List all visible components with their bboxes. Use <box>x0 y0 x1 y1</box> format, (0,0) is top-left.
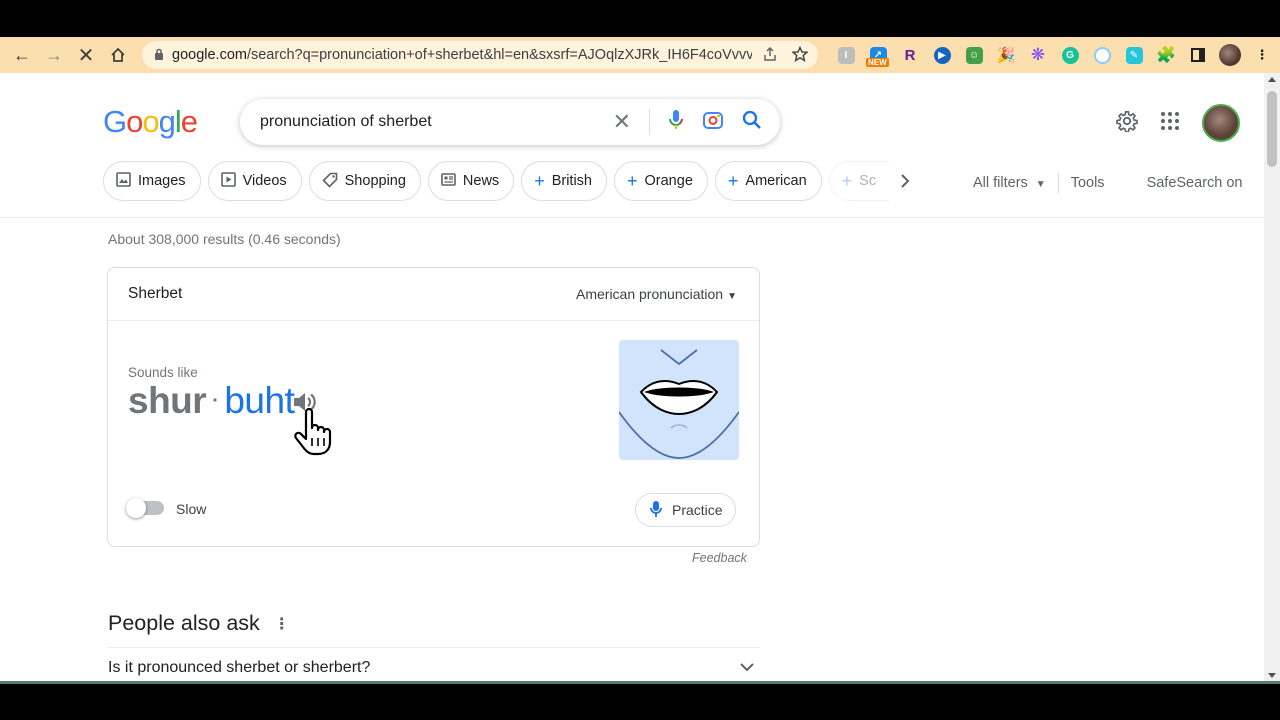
scroll-down-arrow-icon[interactable] <box>1268 673 1276 678</box>
video-icon <box>220 172 236 190</box>
mouth-animation-image <box>619 340 739 460</box>
news-icon <box>441 172 456 190</box>
chip-news[interactable]: News <box>427 161 515 201</box>
stop-loading-icon[interactable]: ✕ <box>70 39 102 71</box>
toggle-knob <box>126 498 146 518</box>
search-results-page: Google pronunciation of sherbet ✕ Images… <box>0 73 1264 681</box>
apps-grid-icon[interactable] <box>1160 111 1180 136</box>
browser-menu-icon[interactable]: ⋮ <box>1246 41 1278 69</box>
header-actions <box>1116 104 1240 142</box>
image-icon <box>116 172 131 190</box>
extension-face-icon[interactable]: ☺ <box>958 41 990 69</box>
chip-orange[interactable]: + Orange <box>614 161 708 201</box>
profile-avatar-icon[interactable] <box>1214 41 1246 69</box>
phonetic-spelling: shur · buht <box>128 380 295 422</box>
pronounced-word: Sherbet <box>128 285 183 302</box>
extension-circle-icon[interactable] <box>1086 41 1118 69</box>
bookmark-star-icon[interactable] <box>791 45 809 66</box>
result-stats: About 308,000 results (0.46 seconds) <box>108 231 341 247</box>
hand-pointer-cursor-icon <box>292 407 334 461</box>
all-filters-button[interactable]: All filters ▼ <box>973 175 1046 191</box>
chip-british[interactable]: + British <box>521 161 607 201</box>
syllable-1: shur <box>128 380 207 421</box>
chip-shopping[interactable]: Shopping <box>308 161 421 201</box>
forward-icon[interactable]: → <box>38 39 70 71</box>
side-panel-icon[interactable] <box>1182 41 1214 69</box>
search-icon[interactable] <box>742 110 762 135</box>
filter-chips: Images Videos Shopping News + British + Or… <box>103 161 889 201</box>
share-icon[interactable] <box>762 46 778 66</box>
people-also-ask-heading: People also ask ⋮ <box>108 611 290 635</box>
chip-images[interactable]: Images <box>103 161 201 201</box>
paa-question-row[interactable]: Is it pronounced sherbet or sherbert? <box>108 659 760 677</box>
settings-gear-icon[interactable] <box>1116 110 1138 137</box>
extensions-puzzle-icon[interactable]: 🧩 <box>1150 41 1182 69</box>
slow-toggle[interactable] <box>126 498 164 518</box>
screen: ← → ✕ google.com/search?q=pronunciation+… <box>0 0 1280 720</box>
chip-overflow[interactable]: + Sc <box>828 161 889 201</box>
plus-icon: + <box>627 170 638 191</box>
feedback-link[interactable]: Feedback <box>692 551 747 565</box>
chevron-down-icon <box>740 659 760 677</box>
account-avatar[interactable] <box>1202 104 1240 142</box>
more-options-icon[interactable]: ⋮ <box>274 614 290 634</box>
pronunciation-card: Sherbet American pronunciation ▼ Sounds l… <box>107 267 760 547</box>
divider <box>108 647 760 648</box>
divider <box>1057 173 1059 193</box>
caret-down-icon: ▼ <box>727 291 737 302</box>
address-bar[interactable]: google.com/search?q=pronunciation+of+she… <box>142 41 818 69</box>
window-bottom-edge <box>0 681 1280 684</box>
syllable-separator: · <box>212 389 219 412</box>
voice-search-icon[interactable] <box>668 109 684 136</box>
filter-controls: All filters ▼ Tools SafeSearch on <box>973 173 1243 193</box>
google-logo[interactable]: Google <box>103 104 198 140</box>
microphone-icon <box>650 500 662 521</box>
browser-toolbar: ← → ✕ google.com/search?q=pronunciation+… <box>0 37 1280 73</box>
chip-videos[interactable]: Videos <box>207 161 302 201</box>
back-icon[interactable]: ← <box>6 39 38 71</box>
extension-tool-icon[interactable]: ✎ <box>1118 41 1150 69</box>
extension-r-icon[interactable]: R <box>894 41 926 69</box>
tag-icon <box>322 172 338 191</box>
chip-american[interactable]: + American <box>714 161 822 201</box>
page-scrollbar[interactable] <box>1264 73 1280 681</box>
syllable-2: buht <box>224 380 295 421</box>
home-icon[interactable] <box>102 39 134 71</box>
card-header: Sherbet American pronunciation ▼ <box>108 268 759 321</box>
clear-search-icon[interactable]: ✕ <box>613 109 631 135</box>
extension-party-icon[interactable]: 🎉 <box>990 41 1022 69</box>
lock-icon[interactable] <box>154 48 164 63</box>
extension-grammarly-icon[interactable]: G <box>1054 41 1086 69</box>
safesearch-button[interactable]: SafeSearch on <box>1147 175 1243 191</box>
chips-scroll-right-icon[interactable] <box>900 172 910 193</box>
plus-icon: + <box>841 170 853 191</box>
extension-new-icon[interactable]: ↗ NEW <box>862 41 894 69</box>
extension-play-icon[interactable]: ▶ <box>926 41 958 69</box>
tools-button[interactable]: Tools <box>1071 175 1105 191</box>
lens-camera-icon[interactable] <box>702 110 724 135</box>
plus-icon: + <box>727 170 739 191</box>
slow-label: Slow <box>176 501 207 517</box>
caret-down-icon: ▼ <box>1035 179 1046 190</box>
plus-icon: + <box>534 170 545 191</box>
extensions-bar: I ↗ NEW R ▶ ☺ 🎉 ❋ G ✎ 🧩 ⋮ <box>830 41 1280 69</box>
search-box[interactable]: pronunciation of sherbet ✕ <box>240 99 780 145</box>
scroll-up-arrow-icon[interactable] <box>1268 77 1276 82</box>
scrollbar-thumb[interactable] <box>1267 91 1277 167</box>
practice-button[interactable]: Practice <box>635 493 736 527</box>
extension-flower-icon[interactable]: ❋ <box>1022 41 1054 69</box>
divider <box>649 109 650 135</box>
url-text: google.com/search?q=pronunciation+of+she… <box>172 47 752 63</box>
new-badge: NEW <box>866 58 889 67</box>
search-input[interactable]: pronunciation of sherbet <box>260 113 613 131</box>
extension-icon-1[interactable]: I <box>830 41 862 69</box>
header-divider <box>0 217 1264 218</box>
accent-dropdown[interactable]: American pronunciation ▼ <box>576 286 737 302</box>
sounds-like-label: Sounds like <box>128 365 198 380</box>
